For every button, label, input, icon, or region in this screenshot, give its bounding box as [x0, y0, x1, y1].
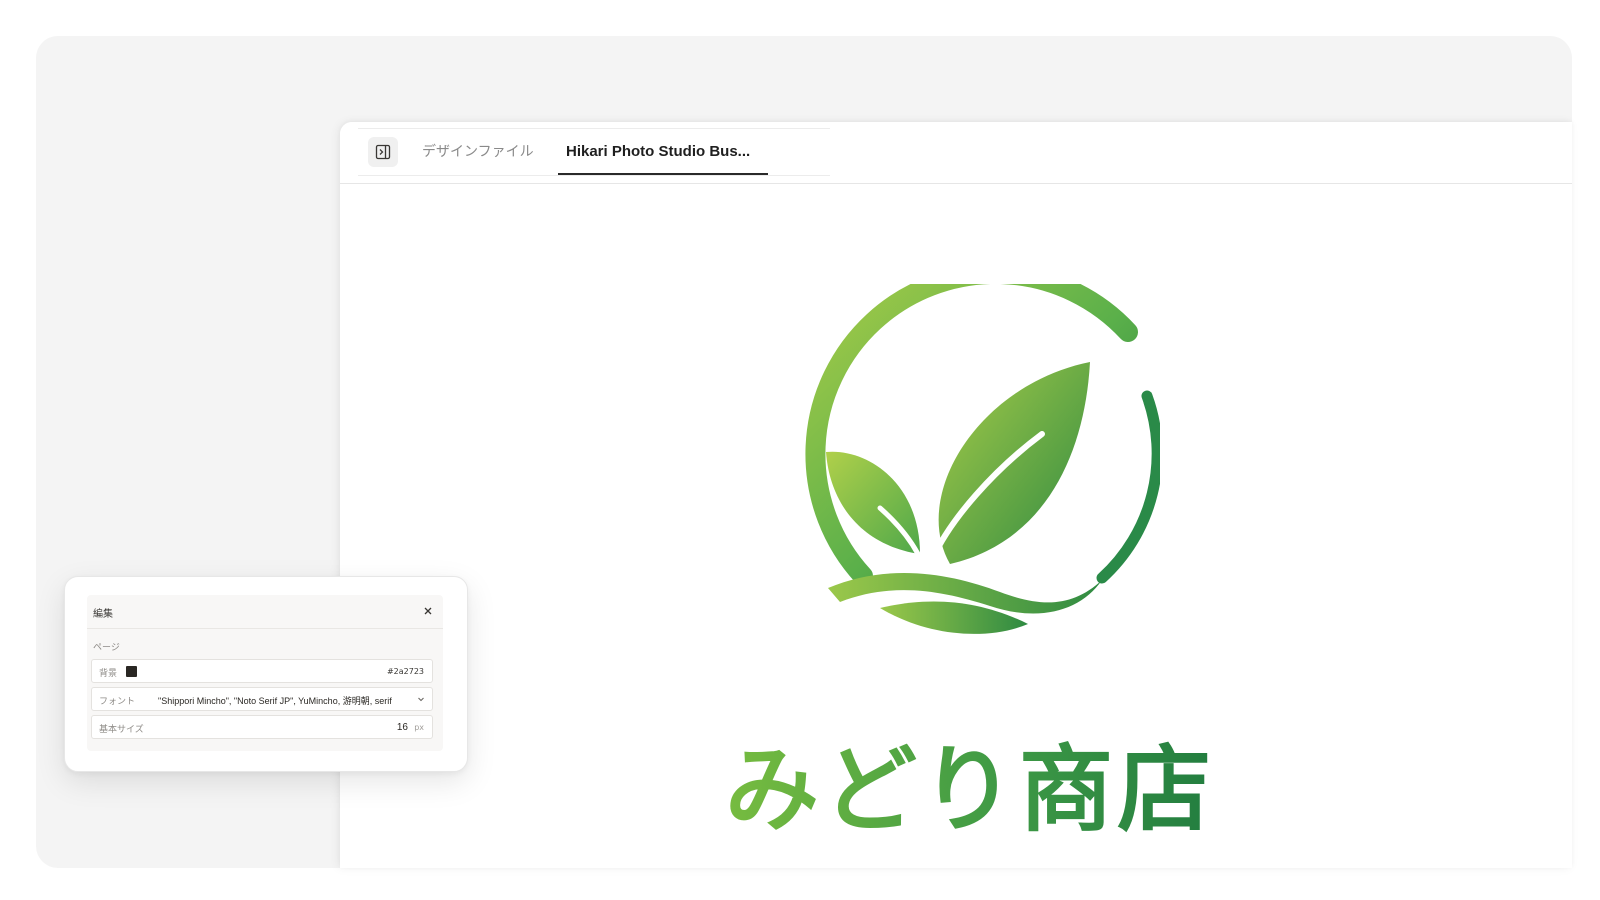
editor-panel-body: 編集 ページ 背景 #2a2723 フォント "Shippori Mincho"…: [87, 595, 443, 751]
font-value: "Shippori Mincho", "Noto Serif JP", YuMi…: [158, 696, 392, 706]
editor-panel-header: 編集: [87, 595, 443, 629]
brand-name-text: みどり商店: [700, 714, 1240, 850]
close-button[interactable]: [419, 602, 437, 620]
background-color-field[interactable]: 背景 #2a2723: [91, 659, 433, 683]
close-icon: [424, 607, 432, 615]
sidebar-toggle-button[interactable]: [368, 137, 398, 167]
tab-hikari-photo-studio[interactable]: Hikari Photo Studio Bus...: [558, 129, 768, 175]
background-label: 背景: [99, 669, 118, 679]
background-swatch[interactable]: [126, 666, 137, 677]
editor-panel: 編集 ページ 背景 #2a2723 フォント "Shippori Mincho"…: [64, 576, 468, 772]
design-window: デザインファイル Hikari Photo Studio Bus... みどり商…: [340, 122, 1572, 868]
base-size-field[interactable]: 基本サイズ 16 px: [91, 715, 433, 739]
font-label: フォント: [99, 697, 136, 707]
design-canvas[interactable]: みどり商店: [340, 184, 1572, 868]
base-size-unit: px: [414, 723, 424, 732]
font-select[interactable]: フォント "Shippori Mincho", "Noto Serif JP",…: [91, 687, 433, 711]
sidebar-toggle-icon: [375, 144, 391, 160]
tab-bar: デザインファイル Hikari Photo Studio Bus...: [340, 122, 1572, 184]
base-size-value: 16: [396, 722, 408, 733]
section-label-page: ページ: [93, 643, 120, 653]
chevron-down-icon: [418, 697, 424, 702]
base-size-label: 基本サイズ: [99, 725, 144, 735]
tab-group: デザインファイル Hikari Photo Studio Bus...: [358, 128, 830, 176]
leaf-circle-logo: [805, 284, 1160, 634]
tab-design-file[interactable]: デザインファイル: [422, 129, 534, 175]
background-hex-value: #2a2723: [386, 667, 424, 676]
editor-panel-title: 編集: [93, 609, 113, 620]
